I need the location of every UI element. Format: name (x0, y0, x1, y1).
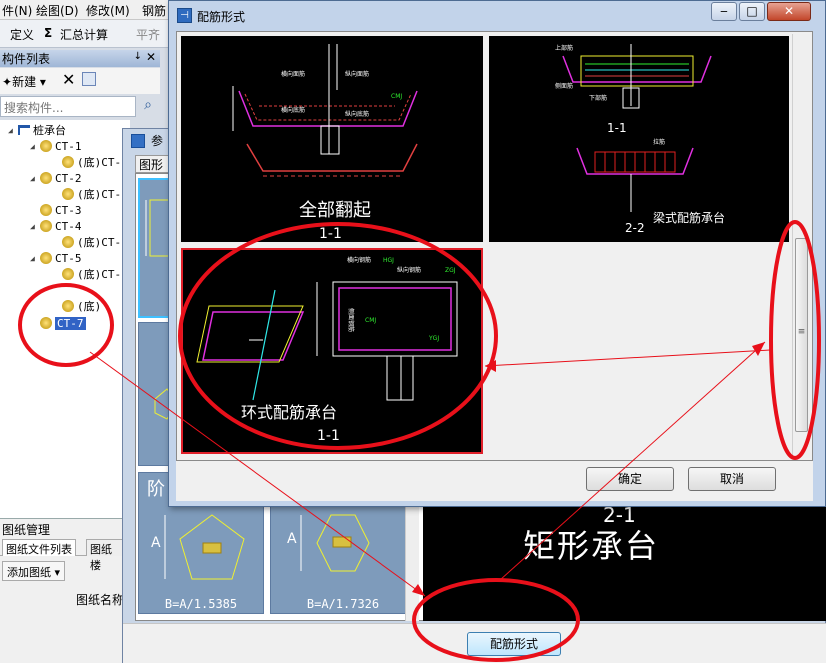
option-name: 全部翻起 (299, 200, 371, 221)
tree-node[interactable]: ◢ CT-1 (30, 138, 82, 154)
tree-node-selected[interactable]: CT-7 (40, 315, 86, 331)
ring-type-drawing: 横向钢筋 纵向钢筋 侧面钢筋 HGJ ZGJ CMJ YGJ 环式配筋承台 1-… (196, 256, 458, 444)
sum-calc-button[interactable]: 汇总计算 (60, 26, 108, 43)
tree-node[interactable]: (底)CT- (62, 186, 121, 202)
rebar-code: HGJ (383, 257, 394, 264)
ok-button[interactable]: 确定 (586, 467, 674, 491)
rebar-label: 拉筋 (653, 138, 665, 146)
close-icon[interactable]: ✕ (767, 2, 811, 21)
preview-title: 矩形承台 (523, 527, 660, 565)
option-beam-type[interactable]: 1-1 上部筋 侧面筋 下部筋 拉筋 2-2 梁式配筋承台 (489, 36, 789, 242)
component-tree: ◢ 桩承台 ◢ CT-1 (底)CT- ◢ CT-2 (底)CT- CT-3 ◢ CT-… (0, 120, 130, 520)
add-drawing-button[interactable]: 添加图纸 ▾ (2, 561, 66, 581)
parameter-dialog-footer: 配筋形式 (123, 623, 826, 663)
axis-label: A (151, 535, 161, 551)
menu-modify[interactable]: 修改(M) (86, 2, 130, 19)
beam-type-drawing: 1-1 上部筋 侧面筋 下部筋 拉筋 2-2 梁式配筋承台 (555, 44, 725, 235)
shape-preview: 2-1 矩形承台 (423, 501, 826, 621)
rebar-code-label: CMJ (391, 93, 402, 100)
full-bentup-drawing: CMJ 横向面筋 纵向面筋 横向底筋 纵向底筋 全部翻起 1-1 (232, 44, 418, 242)
define-button[interactable]: 定义 (10, 26, 34, 43)
drawing-manager: 图纸管理 图纸文件列表 图纸楼 添加图纸 ▾ 图纸名称 (0, 518, 125, 663)
drawing-manager-title: 图纸管理 (2, 523, 51, 537)
rebar-form-button[interactable]: 配筋形式 (467, 632, 561, 656)
new-button[interactable]: ✦新建 ▾ (2, 73, 46, 90)
section-label: 1-1 (317, 428, 340, 444)
rebar-label: 纵向底筋 (345, 110, 369, 118)
scrollbar-thumb[interactable]: ≡ (795, 238, 808, 432)
rebar-label: 纵向面筋 (345, 70, 369, 78)
parameter-dialog-title: 参 (151, 134, 164, 148)
options-scrollbar[interactable]: ≡ (792, 34, 810, 458)
align-button[interactable]: 平齐 (136, 26, 160, 43)
section-label: 1-1 (319, 226, 342, 242)
tree-node[interactable]: (底)CT- (62, 266, 121, 282)
tree-node[interactable]: CT-3 (40, 202, 82, 218)
rebar-code: YGJ (428, 335, 439, 342)
pentagon-caption: B=A/1.5385 (164, 597, 238, 611)
tree-node[interactable]: (底)CT- (62, 234, 121, 250)
tab-drawing-floors[interactable]: 图纸楼 (86, 539, 125, 572)
component-panel-title: 构件列表 ↓ ✕ (0, 50, 160, 67)
panel-title-text: 构件列表 (2, 52, 51, 66)
drawing-name-column: 图纸名称 (76, 593, 125, 607)
menu-rebar[interactable]: 钢筋 (142, 2, 166, 19)
close-icon[interactable]: ✕ (146, 50, 156, 64)
step-label: 阶 (147, 479, 165, 500)
drawing-tabs: 图纸文件列表 图纸楼 (0, 538, 125, 572)
dialog-title: 配筋形式 (197, 10, 246, 24)
tree-toolbar: ✦新建 ▾ ✕ (0, 68, 160, 94)
dialog-icon (131, 134, 145, 148)
app-icon: ⊣ (177, 8, 192, 23)
sigma-icon: Σ (44, 26, 53, 40)
rebar-label: 下部筋 (589, 94, 607, 102)
tree-node[interactable]: ◢ CT-2 (30, 170, 82, 186)
tab-drawing-files[interactable]: 图纸文件列表 (2, 539, 76, 556)
menu-file[interactable]: 件(N) (2, 2, 32, 19)
search-input[interactable]: 搜索构件... (0, 96, 136, 117)
cancel-button[interactable]: 取消 (688, 467, 776, 491)
delete-icon[interactable]: ✕ (62, 70, 75, 89)
rebar-label: 纵向钢筋 (397, 266, 421, 274)
section-label-1: 1-1 (607, 121, 627, 135)
rebar-options-list: CMJ 横向面筋 纵向面筋 横向底筋 纵向底筋 全部翻起 1-1 1-1 上部筋… (176, 31, 813, 461)
tree-node-root[interactable]: ◢ 桩承台 (8, 122, 66, 138)
search-icon[interactable]: ⌕ (138, 97, 158, 117)
tree-node[interactable]: ◢ CT-4 (30, 218, 82, 234)
copy-icon[interactable] (82, 72, 96, 86)
rebar-code: ZGJ (445, 267, 456, 274)
tree-node[interactable]: ◢ CT-5 (30, 250, 82, 266)
axis-label: A (287, 531, 297, 547)
dialog-footer: 确定 取消 (176, 461, 813, 501)
option-name: 梁式配筋承台 (653, 210, 725, 225)
rebar-label: 横向面筋 (281, 70, 305, 78)
section-label-2: 2-2 (625, 221, 645, 235)
rebar-label: 横向底筋 (281, 106, 305, 114)
option-ring-type[interactable]: 横向钢筋 纵向钢筋 侧面钢筋 HGJ ZGJ CMJ YGJ 环式配筋承台 1-… (181, 248, 483, 454)
rebar-code: CMJ (365, 317, 376, 324)
rebar-form-dialog: ⊣ 配筋形式 ‒ □ ✕ CMJ 横向面筋 纵向面筋 横向底筋 纵向底筋 全部翻… (168, 0, 826, 507)
maximize-icon[interactable]: □ (739, 2, 765, 21)
minimize-icon[interactable]: ‒ (711, 2, 737, 21)
hexagon-caption: B=A/1.7326 (306, 597, 380, 611)
rebar-label: 侧面钢筋 (347, 308, 355, 332)
menu-draw[interactable]: 绘图(D) (36, 2, 79, 19)
rebar-label: 横向钢筋 (347, 256, 371, 264)
pin-icon[interactable]: ↓ (134, 51, 142, 62)
option-name: 环式配筋承台 (241, 403, 337, 422)
option-full-bentup[interactable]: CMJ 横向面筋 纵向面筋 横向底筋 纵向底筋 全部翻起 1-1 (181, 36, 483, 242)
rebar-label: 上部筋 (555, 44, 573, 52)
rebar-label: 侧面筋 (555, 82, 573, 90)
tree-node[interactable]: (底)CT- (62, 154, 121, 170)
tree-node[interactable]: (底) (62, 298, 101, 314)
